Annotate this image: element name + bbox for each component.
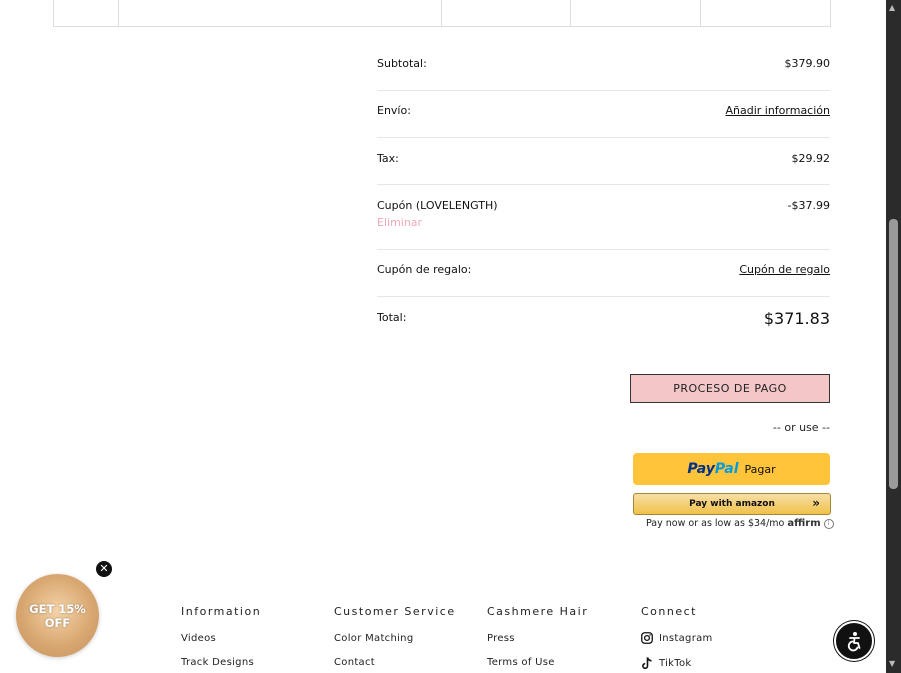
checkout-button[interactable]: PROCESO DE PAGO <box>630 374 830 403</box>
footer-link-instagram[interactable]: Instagram <box>641 632 713 644</box>
gift-coupon-label: Cupón de regalo: <box>377 263 472 276</box>
table-divider <box>441 0 442 26</box>
or-use-text: -- or use -- <box>772 421 830 434</box>
table-divider <box>118 0 119 26</box>
gift-coupon-link[interactable]: Cupón de regalo <box>739 263 830 276</box>
instagram-label: Instagram <box>659 632 713 644</box>
scrollbar-thumb[interactable] <box>889 219 898 489</box>
affirm-logo: affirm <box>787 518 821 529</box>
footer-link-press[interactable]: Press <box>487 633 515 644</box>
accessibility-icon <box>847 632 861 652</box>
amazon-pay-label: Pay with amazon <box>689 499 775 509</box>
table-divider <box>700 0 701 26</box>
close-icon[interactable]: ✕ <box>96 561 112 577</box>
footer-link-contact[interactable]: Contact <box>334 657 375 668</box>
subtotal-value: $379.90 <box>784 57 831 70</box>
total-value: $371.83 <box>763 309 830 328</box>
promo-line-2: OFF <box>44 615 71 630</box>
tiktok-label: TikTok <box>659 658 692 669</box>
instagram-icon <box>641 632 653 644</box>
footer-link-terms[interactable]: Terms of Use <box>487 657 555 668</box>
coupon-row: Cupón (LOVELENGTH) -$37.99 Eliminar <box>377 185 830 250</box>
paypal-button[interactable]: PayPal Pagar <box>633 453 830 485</box>
affirm-message: Pay now or as low as $34/mo affirm i <box>646 518 834 529</box>
table-divider <box>570 0 571 26</box>
footer-heading-information: Information <box>181 605 262 618</box>
coupon-label: Cupón (LOVELENGTH) <box>377 199 498 212</box>
coupon-value: -$37.99 <box>787 199 830 212</box>
add-shipping-info-link[interactable]: Añadir información <box>725 104 830 117</box>
shipping-label: Envío: <box>377 104 411 117</box>
tax-label: Tax: <box>377 152 399 165</box>
chevron-right-icon: » <box>812 496 820 510</box>
promo-line-1: GET 15% <box>29 601 86 616</box>
paypal-action-label: Pagar <box>744 462 776 476</box>
scroll-up-arrow-icon[interactable]: ▲ <box>889 3 895 12</box>
tax-row: Tax: $29.92 <box>377 138 830 185</box>
cart-table-row <box>53 0 831 27</box>
discount-promo-badge[interactable]: GET 15% OFF <box>16 574 99 657</box>
gift-coupon-row: Cupón de regalo: Cupón de regalo <box>377 250 830 297</box>
footer-link-tiktok[interactable]: TikTok <box>641 657 692 670</box>
subtotal-label: Subtotal: <box>377 57 427 70</box>
footer-link-track-designs[interactable]: Track Designs <box>181 657 254 668</box>
paypal-logo: PayPal <box>687 461 739 477</box>
subtotal-row: Subtotal: $379.90 <box>377 43 830 91</box>
affirm-text: Pay now or as low as $34/mo <box>646 518 785 529</box>
amazon-pay-button[interactable]: Pay with amazon » <box>633 493 831 515</box>
info-icon[interactable]: i <box>823 518 834 529</box>
footer-heading-connect: Connect <box>641 605 697 618</box>
accessibility-button[interactable] <box>834 621 874 661</box>
footer-heading-customer-service: Customer Service <box>334 605 456 618</box>
remove-coupon-link[interactable]: Eliminar <box>377 216 422 229</box>
scroll-down-arrow-icon[interactable]: ▼ <box>889 659 895 668</box>
total-label: Total: <box>377 311 407 324</box>
footer-link-videos[interactable]: Videos <box>181 633 216 644</box>
footer-link-color-matching[interactable]: Color Matching <box>334 633 413 644</box>
tiktok-icon <box>642 657 652 670</box>
shipping-row: Envío: Añadir información <box>377 91 830 138</box>
tax-value: $29.92 <box>791 152 831 165</box>
footer-heading-cashmere-hair: Cashmere Hair <box>487 605 589 618</box>
total-row: Total: $371.83 <box>377 297 830 343</box>
